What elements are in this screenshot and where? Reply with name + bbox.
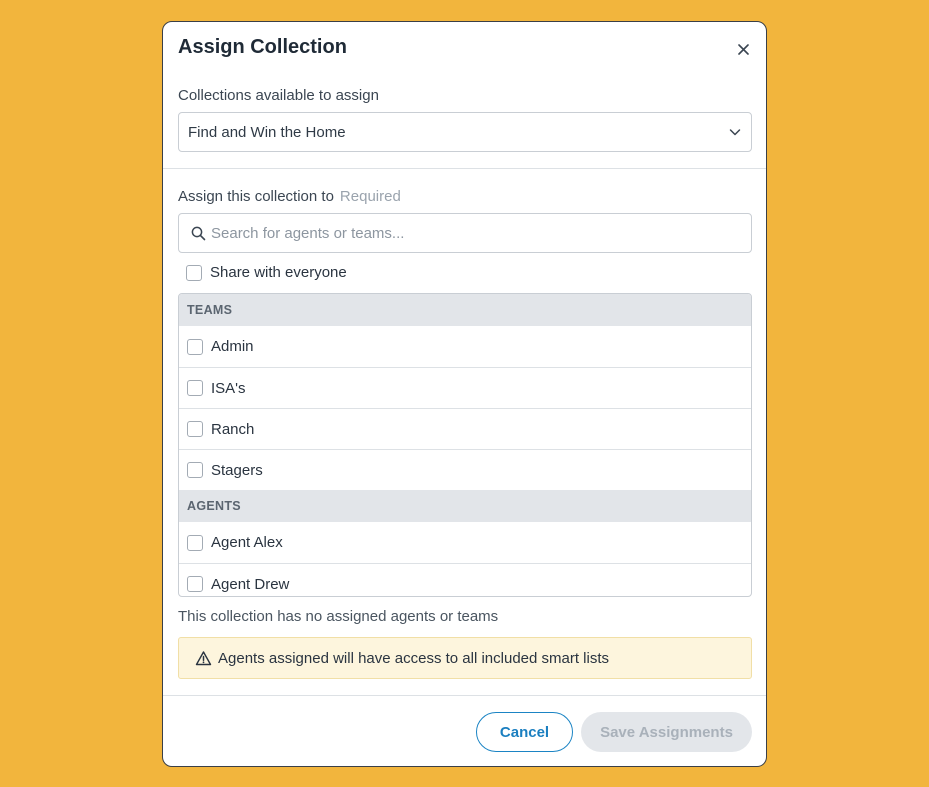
team-label: Ranch	[211, 420, 255, 438]
section-divider	[163, 168, 766, 169]
agent-row-alex[interactable]: Agent Alex	[179, 522, 751, 563]
assign-label: Assign this collection to Required	[178, 188, 401, 205]
chevron-down-icon	[729, 129, 741, 136]
team-row-stagers[interactable]: Stagers	[179, 449, 751, 490]
search-icon	[191, 226, 206, 241]
team-label: ISA's	[211, 379, 246, 397]
agents-header: AGENTS	[179, 490, 751, 522]
warning-icon	[195, 650, 212, 665]
share-with-everyone-checkbox[interactable]	[186, 264, 202, 281]
team-row-isas[interactable]: ISA's	[179, 367, 751, 408]
close-button[interactable]	[734, 40, 752, 58]
team-checkbox[interactable]	[187, 462, 203, 478]
team-row-admin[interactable]: Admin	[179, 326, 751, 367]
agent-checkbox[interactable]	[187, 534, 203, 551]
teams-header: TEAMS	[179, 294, 751, 326]
agent-label: Agent Drew	[211, 575, 290, 593]
assignment-status-text: This collection has no assigned agents o…	[178, 608, 499, 625]
agent-row-drew[interactable]: Agent Drew	[179, 563, 751, 596]
team-checkbox[interactable]	[187, 338, 203, 355]
modal-title: Assign Collection	[178, 36, 347, 58]
collection-select[interactable]: Find and Win the Home	[178, 112, 752, 152]
assignee-list[interactable]: TEAMS Admin ISA's Ranch Stagers AGENTS A…	[178, 293, 752, 597]
assign-label-text: Assign this collection to	[178, 188, 334, 205]
agent-label: Agent Alex	[211, 534, 283, 551]
search-input[interactable]	[211, 214, 741, 252]
team-row-ranch[interactable]: Ranch	[179, 408, 751, 449]
team-checkbox[interactable]	[187, 380, 203, 396]
close-icon	[737, 43, 749, 55]
warning-text: Agents assigned will have access to all …	[218, 649, 610, 667]
team-checkbox[interactable]	[187, 421, 203, 437]
team-label: Admin	[211, 338, 254, 355]
assign-collection-modal: Assign Collection Collections available …	[162, 21, 767, 767]
collections-label: Collections available to assign	[178, 87, 379, 104]
cancel-button[interactable]: Cancel	[476, 712, 573, 752]
required-indicator: Required	[339, 188, 401, 205]
team-label: Stagers	[211, 461, 263, 479]
search-field[interactable]	[178, 213, 752, 253]
footer-divider	[163, 695, 766, 696]
share-with-everyone-label: Share with everyone	[210, 264, 347, 281]
share-with-everyone-option[interactable]: Share with everyone	[186, 264, 347, 281]
warning-banner: Agents assigned will have access to all …	[178, 637, 752, 679]
agent-checkbox[interactable]	[187, 576, 203, 592]
save-assignments-button[interactable]: Save Assignments	[581, 712, 752, 752]
collection-select-value: Find and Win the Home	[188, 123, 346, 141]
